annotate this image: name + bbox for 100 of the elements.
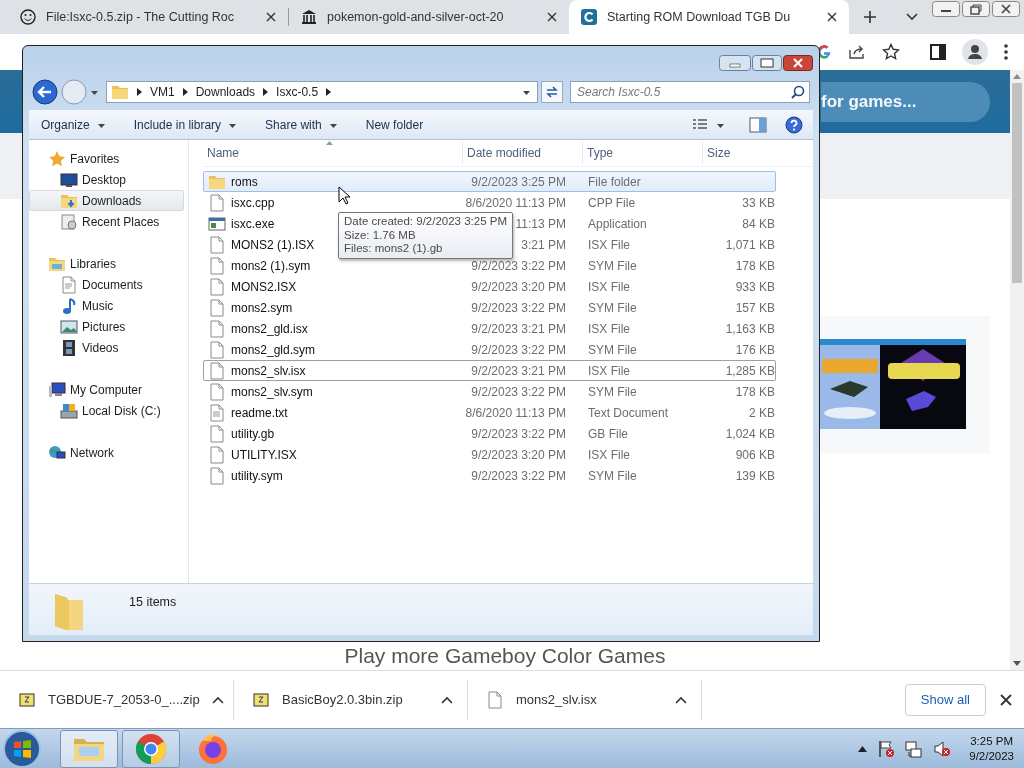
size-cell: 176 KB <box>735 342 775 357</box>
network-alert-icon[interactable] <box>905 739 924 758</box>
nav-item[interactable]: Downloads <box>29 190 184 211</box>
column-header[interactable]: Type <box>583 142 703 164</box>
nav-item[interactable]: My Computer <box>29 379 184 400</box>
side-panel-icon[interactable] <box>930 44 946 60</box>
chevron-down-icon[interactable] <box>906 13 918 21</box>
star-icon <box>48 149 66 168</box>
scrollbar-thumb[interactable] <box>1012 83 1022 283</box>
caret-down-icon[interactable] <box>522 89 531 95</box>
nav-item[interactable]: Recent Places <box>29 211 184 232</box>
type-cell-text: CPP File <box>587 195 637 210</box>
plus-icon[interactable] <box>863 10 877 24</box>
close-icon[interactable] <box>547 12 557 22</box>
profile-avatar-icon[interactable] <box>962 39 988 65</box>
caret-down-icon[interactable] <box>716 121 725 128</box>
nav-item[interactable]: Videos <box>29 337 184 358</box>
scroll-down-icon[interactable] <box>1013 661 1021 666</box>
breadcrumb-item[interactable]: VM1 <box>150 85 175 99</box>
date-cell: 9/2/2023 3:22 PM <box>471 258 566 273</box>
computer-icon <box>48 380 66 399</box>
date-cell: 9/2/2023 3:25 PM <box>471 174 566 189</box>
nav-item[interactable]: Pictures <box>29 316 184 337</box>
close-icon[interactable] <box>992 1 1020 17</box>
clock-date[interactable]: 9/2/2023 <box>969 748 1014 764</box>
type-cell-text: GB File <box>587 426 629 441</box>
column-header[interactable]: Size <box>703 142 776 164</box>
chevron-right-icon[interactable] <box>137 88 142 96</box>
scrollbar[interactable] <box>1010 70 1024 670</box>
address-bar[interactable]: VM1 Downloads Isxc-0.5 <box>106 81 538 103</box>
nav-item[interactable]: Local Disk (C:) <box>29 400 184 421</box>
preview-pane-icon[interactable] <box>749 116 767 133</box>
download-item[interactable]: mons2_slv.isx <box>468 679 702 720</box>
maximize-icon[interactable] <box>752 55 782 71</box>
menu-icon[interactable] <box>1004 44 1008 60</box>
file-name: mons2.sym <box>231 300 293 315</box>
size-cell: 2 KB <box>749 405 775 420</box>
close-icon[interactable] <box>1000 693 1012 706</box>
text-file-icon <box>208 403 226 422</box>
music-note-icon <box>60 296 78 315</box>
help-icon[interactable] <box>785 115 803 134</box>
refresh-icon[interactable] <box>541 81 563 103</box>
column-header[interactable]: Date modified <box>463 142 583 164</box>
view-list-icon[interactable] <box>692 117 708 132</box>
file-name: mons2_slv.isx <box>231 363 306 378</box>
toolbar-button[interactable]: Include in library <box>121 113 254 136</box>
type-cell-text: ISX File <box>587 237 631 252</box>
minimize-icon[interactable] <box>932 1 960 17</box>
download-item[interactable]: BasicBoy2.0.3bin.zip <box>234 679 468 720</box>
caret-up-icon[interactable] <box>675 695 687 704</box>
flag-alert-icon[interactable] <box>877 739 896 758</box>
caret-up-icon[interactable] <box>211 695 224 704</box>
toolbar-button[interactable]: Organize <box>29 113 122 136</box>
taskbar-button[interactable] <box>60 729 118 768</box>
nav-item[interactable]: Network <box>29 442 184 463</box>
start-orb-icon[interactable] <box>2 728 42 768</box>
clock-time[interactable]: 3:25 PM <box>970 733 1014 749</box>
search-icon[interactable] <box>791 85 805 99</box>
nav-item[interactable]: Desktop <box>29 169 184 190</box>
nav-item[interactable]: Favorites <box>29 148 184 169</box>
nav-item[interactable]: Documents <box>29 274 184 295</box>
close-icon[interactable] <box>827 12 837 22</box>
file-icon <box>208 382 226 401</box>
scroll-up-icon[interactable] <box>1013 74 1021 79</box>
browser-tab[interactable]: Starting ROM Download TGB Du <box>569 0 849 34</box>
chevron-right-icon[interactable] <box>263 88 269 96</box>
file-icon <box>208 235 226 254</box>
restore-icon[interactable] <box>962 1 990 17</box>
tray-expand-icon[interactable] <box>858 745 868 752</box>
chevron-right-icon[interactable] <box>182 88 188 96</box>
caret-up-icon[interactable] <box>441 695 453 704</box>
show-all-button[interactable]: Show all <box>904 683 986 716</box>
browser-tab[interactable]: File:Isxc-0.5.zip - The Cutting Roc <box>8 0 288 34</box>
share-icon[interactable] <box>848 44 866 60</box>
search-field[interactable]: Search Isxc-0.5 <box>570 81 810 103</box>
download-item[interactable]: TGBDUE-7_2053-0_....zip <box>0 679 234 720</box>
star-outline-icon[interactable] <box>882 43 900 61</box>
file-row[interactable]: roms 9/2/2023 3:25 PM File folder <box>203 171 776 192</box>
file-name: mons2_gld.isx <box>231 321 308 336</box>
breadcrumb-item[interactable]: Downloads <box>195 85 256 99</box>
download-name: BasicBoy2.0.3bin.zip <box>282 692 404 707</box>
file-row[interactable]: mons2_slv.isx 9/2/2023 3:21 PM ISX File 1,285 KB <box>203 360 776 381</box>
close-icon[interactable] <box>266 12 276 22</box>
date-cell: 9/2/2023 3:22 PM <box>471 426 566 441</box>
chevron-right-icon[interactable] <box>326 88 332 96</box>
toolbar-button[interactable]: New folder <box>353 113 440 136</box>
caret-down-icon[interactable] <box>90 89 99 95</box>
toolbar-button[interactable]: Share with <box>253 113 354 136</box>
date-cell: 3:21 PM <box>521 237 566 252</box>
folder-icon <box>111 83 129 101</box>
nav-item[interactable]: Libraries <box>29 253 184 274</box>
download-name: mons2_slv.isx <box>516 692 598 707</box>
file-name: mons2 (1).sym <box>231 258 311 273</box>
taskbar-button[interactable] <box>122 729 180 768</box>
browser-tab[interactable]: pokemon-gold-and-silver-oct-20 <box>289 0 569 34</box>
breadcrumb-item[interactable]: Isxc-0.5 <box>276 85 319 99</box>
file-icon <box>208 298 226 317</box>
close-icon[interactable] <box>783 55 813 71</box>
nav-item[interactable]: Music <box>29 295 184 316</box>
speaker-muted-icon[interactable] <box>933 739 952 758</box>
